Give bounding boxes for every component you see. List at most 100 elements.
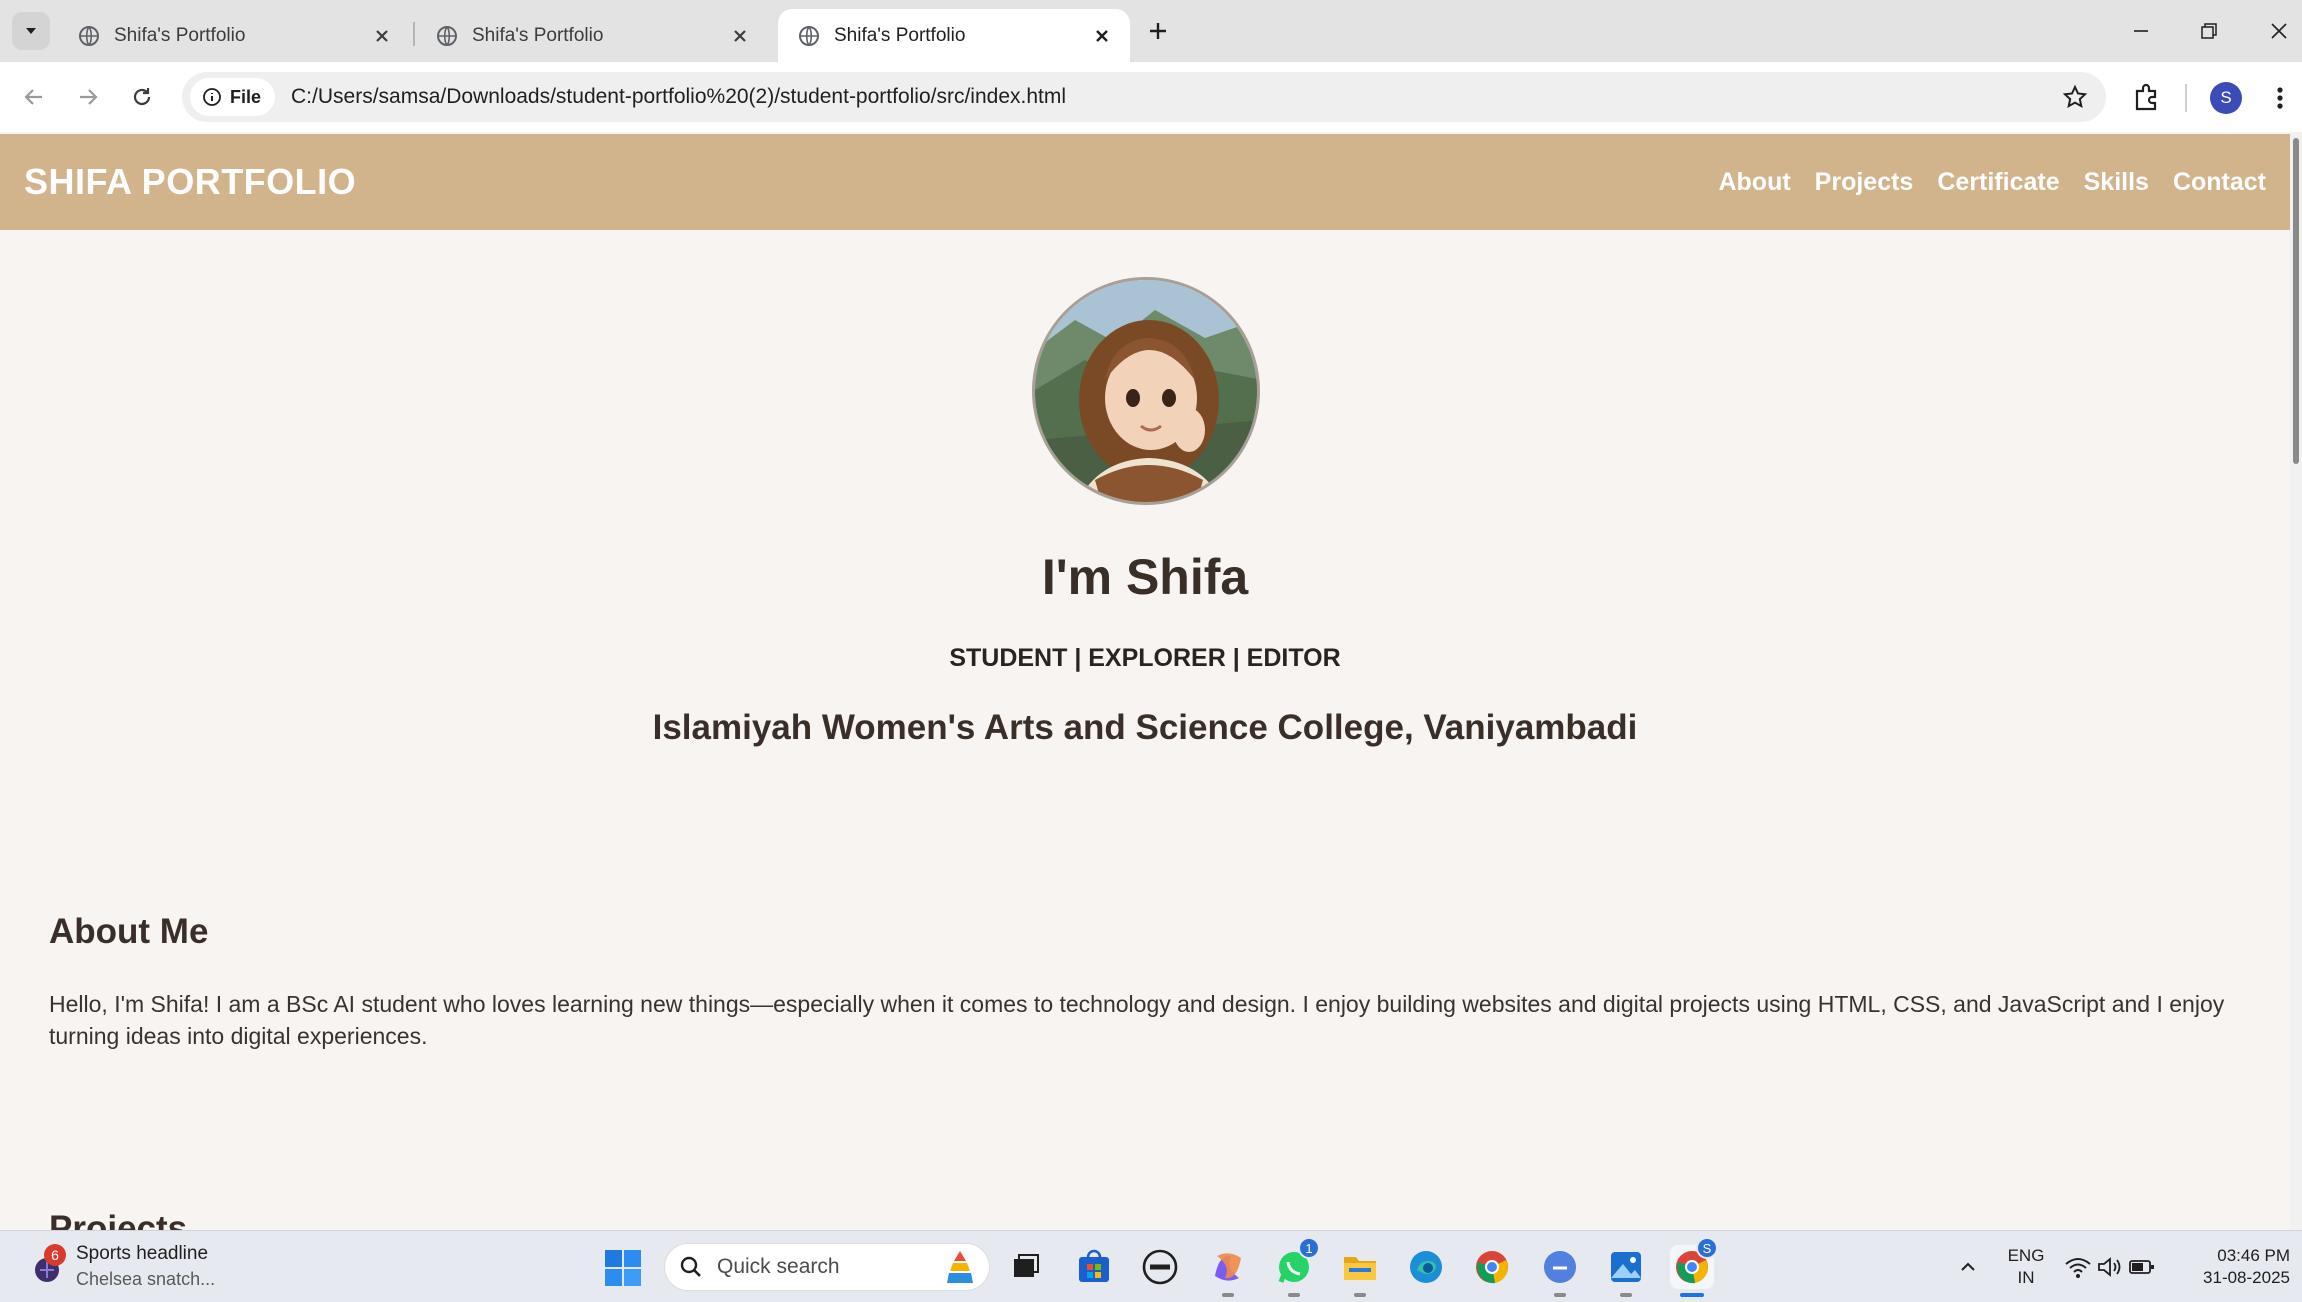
photos-icon — [1611, 1252, 1641, 1282]
language-code: ENG — [2007, 1246, 2045, 1265]
profile-illustration — [1035, 280, 1257, 502]
reload-icon — [133, 88, 151, 106]
task-view-icon — [1014, 1254, 1039, 1277]
scrollbar-thumb[interactable] — [2293, 138, 2299, 464]
whatsapp-badge: 1 — [1298, 1237, 1320, 1259]
wifi-icon — [2065, 1258, 2091, 1278]
taskbar-app-chrome[interactable] — [1470, 1245, 1514, 1289]
site-info-chip[interactable]: File — [190, 78, 276, 116]
windows-taskbar: 6 Sports headline Chelsea snatch... Quic… — [0, 1230, 2302, 1302]
taskbar-app-photos[interactable] — [1604, 1245, 1648, 1297]
tab-3-active[interactable]: Shifa's Portfolio — [778, 9, 1130, 62]
arrow-left-icon — [24, 89, 42, 105]
page-viewport: SHIFA PORTFOLIO About Projects Certifica… — [0, 132, 2302, 1230]
page-scrollbar[interactable] — [2290, 132, 2302, 1230]
windows-start-icon[interactable] — [604, 1249, 642, 1287]
clock-date: 31-08-2025 — [2203, 1268, 2290, 1287]
taskbar-app-canva[interactable] — [1538, 1245, 1582, 1297]
running-indicator — [1620, 1293, 1632, 1297]
chip-label: File — [230, 86, 262, 107]
site-nav: About Projects Certificate Skills Contac… — [1718, 168, 2266, 197]
taskbar-app-chrome-profile[interactable]: S — [1670, 1237, 1718, 1297]
close-icon[interactable] — [730, 26, 750, 46]
address-bar[interactable]: File C:/Users/samsa/Downloads/student-po… — [182, 72, 2106, 122]
running-indicator — [1554, 1293, 1566, 1297]
tab-title: Shifa's Portfolio — [114, 24, 246, 46]
close-icon — [2271, 23, 2287, 39]
new-tab-button[interactable] — [1143, 16, 1173, 46]
store-icon — [1079, 1249, 1109, 1282]
widget-badge: 6 — [44, 1243, 66, 1266]
battery-icon — [2129, 1260, 2154, 1274]
taskbar-app-copilot[interactable] — [1206, 1245, 1250, 1297]
url-text[interactable]: C:/Users/samsa/Downloads/student-portfol… — [291, 85, 1066, 109]
canva-icon — [1544, 1251, 1576, 1283]
region-code: IN — [2017, 1268, 2035, 1287]
profile-photo — [1032, 277, 1260, 505]
more-vert-icon[interactable] — [2268, 82, 2292, 114]
running-indicator — [1288, 1293, 1300, 1297]
widget-subtitle: Chelsea snatch... — [76, 1269, 216, 1289]
nav-link-about[interactable]: About — [1718, 168, 1790, 197]
tab-1[interactable]: Shifa's Portfolio — [58, 9, 410, 62]
taskbar-search[interactable]: Quick search — [664, 1243, 990, 1291]
copilot-icon — [1215, 1253, 1241, 1281]
taskbar-app-edge[interactable] — [1404, 1245, 1448, 1289]
restore-icon — [2201, 23, 2217, 39]
tab-title: Shifa's Portfolio — [834, 24, 966, 46]
system-clock[interactable]: 03:46 PM 31-08-2025 — [2180, 1245, 2290, 1289]
hero-tagline: STUDENT | EXPLORER | EDITOR — [949, 644, 1341, 672]
tray-status-icons[interactable] — [2060, 1245, 2160, 1289]
globe-icon — [799, 25, 819, 46]
nav-link-certificate[interactable]: Certificate — [1937, 168, 2059, 197]
nav-link-projects[interactable]: Projects — [1815, 168, 1914, 197]
widget-title: Sports headline — [76, 1243, 209, 1264]
tab-search-button[interactable] — [12, 12, 50, 50]
chevron-down-icon — [26, 28, 36, 34]
close-icon[interactable] — [1092, 26, 1112, 46]
news-widget[interactable]: 6 Sports headline Chelsea snatch... — [30, 1243, 215, 1290]
clock-time: 03:46 PM — [2217, 1246, 2290, 1265]
taskbar-app-taskview[interactable] — [1004, 1245, 1048, 1289]
hero-college: Islamiyah Women's Arts and Science Colle… — [652, 708, 1638, 747]
search-highlight-icon — [947, 1251, 973, 1283]
info-icon — [203, 88, 221, 106]
browser-toolbar: File C:/Users/samsa/Downloads/student-po… — [0, 62, 2302, 132]
taskbar-app-store[interactable] — [1072, 1245, 1116, 1289]
taskbar-app-whatsapp[interactable]: 1 — [1272, 1237, 1320, 1297]
folder-icon — [1344, 1257, 1376, 1280]
chevron-up-icon — [1961, 1262, 1975, 1271]
site-brand[interactable]: SHIFA PORTFOLIO — [24, 161, 356, 203]
tab-2[interactable]: Shifa's Portfolio — [416, 9, 768, 62]
hero-name: I'm Shifa — [1041, 549, 1249, 605]
running-indicator — [1354, 1293, 1366, 1297]
taskbar-app-dell[interactable] — [1138, 1245, 1182, 1289]
widget-icon: 6 — [30, 1243, 66, 1284]
extensions-puzzle-icon[interactable] — [2131, 81, 2163, 113]
nav-link-contact[interactable]: Contact — [2173, 168, 2266, 197]
tab-title: Shifa's Portfolio — [472, 24, 604, 46]
edge-icon — [1410, 1251, 1442, 1283]
bookmark-star-icon[interactable] — [2062, 84, 2088, 110]
tray-overflow-button[interactable] — [1946, 1245, 1990, 1289]
reload-button[interactable] — [124, 79, 160, 115]
window-close-button[interactable] — [2262, 14, 2296, 48]
globe-icon — [437, 25, 457, 46]
back-button[interactable] — [16, 79, 52, 115]
taskbar-app-explorer[interactable] — [1338, 1245, 1382, 1297]
language-indicator[interactable]: ENG IN — [2004, 1245, 2048, 1289]
site-header: SHIFA PORTFOLIO About Projects Certifica… — [0, 134, 2290, 230]
tab-separator — [413, 22, 415, 46]
tab-strip: Shifa's Portfolio Shifa's Portfolio Shif… — [0, 0, 2302, 62]
restore-button[interactable] — [2192, 14, 2226, 48]
chrome-profile-badge: S — [1696, 1237, 1718, 1259]
close-icon[interactable] — [372, 26, 392, 46]
globe-icon — [79, 25, 99, 46]
profile-avatar[interactable]: S — [2210, 82, 2242, 114]
minimize-button[interactable] — [2124, 14, 2158, 48]
search-placeholder: Quick search — [717, 1255, 840, 1278]
running-indicator — [1680, 1293, 1704, 1297]
nav-link-skills[interactable]: Skills — [2084, 168, 2149, 197]
about-paragraph: Hello, I'm Shifa! I am a BSc AI student … — [49, 991, 2225, 1049]
forward-button[interactable] — [70, 79, 106, 115]
